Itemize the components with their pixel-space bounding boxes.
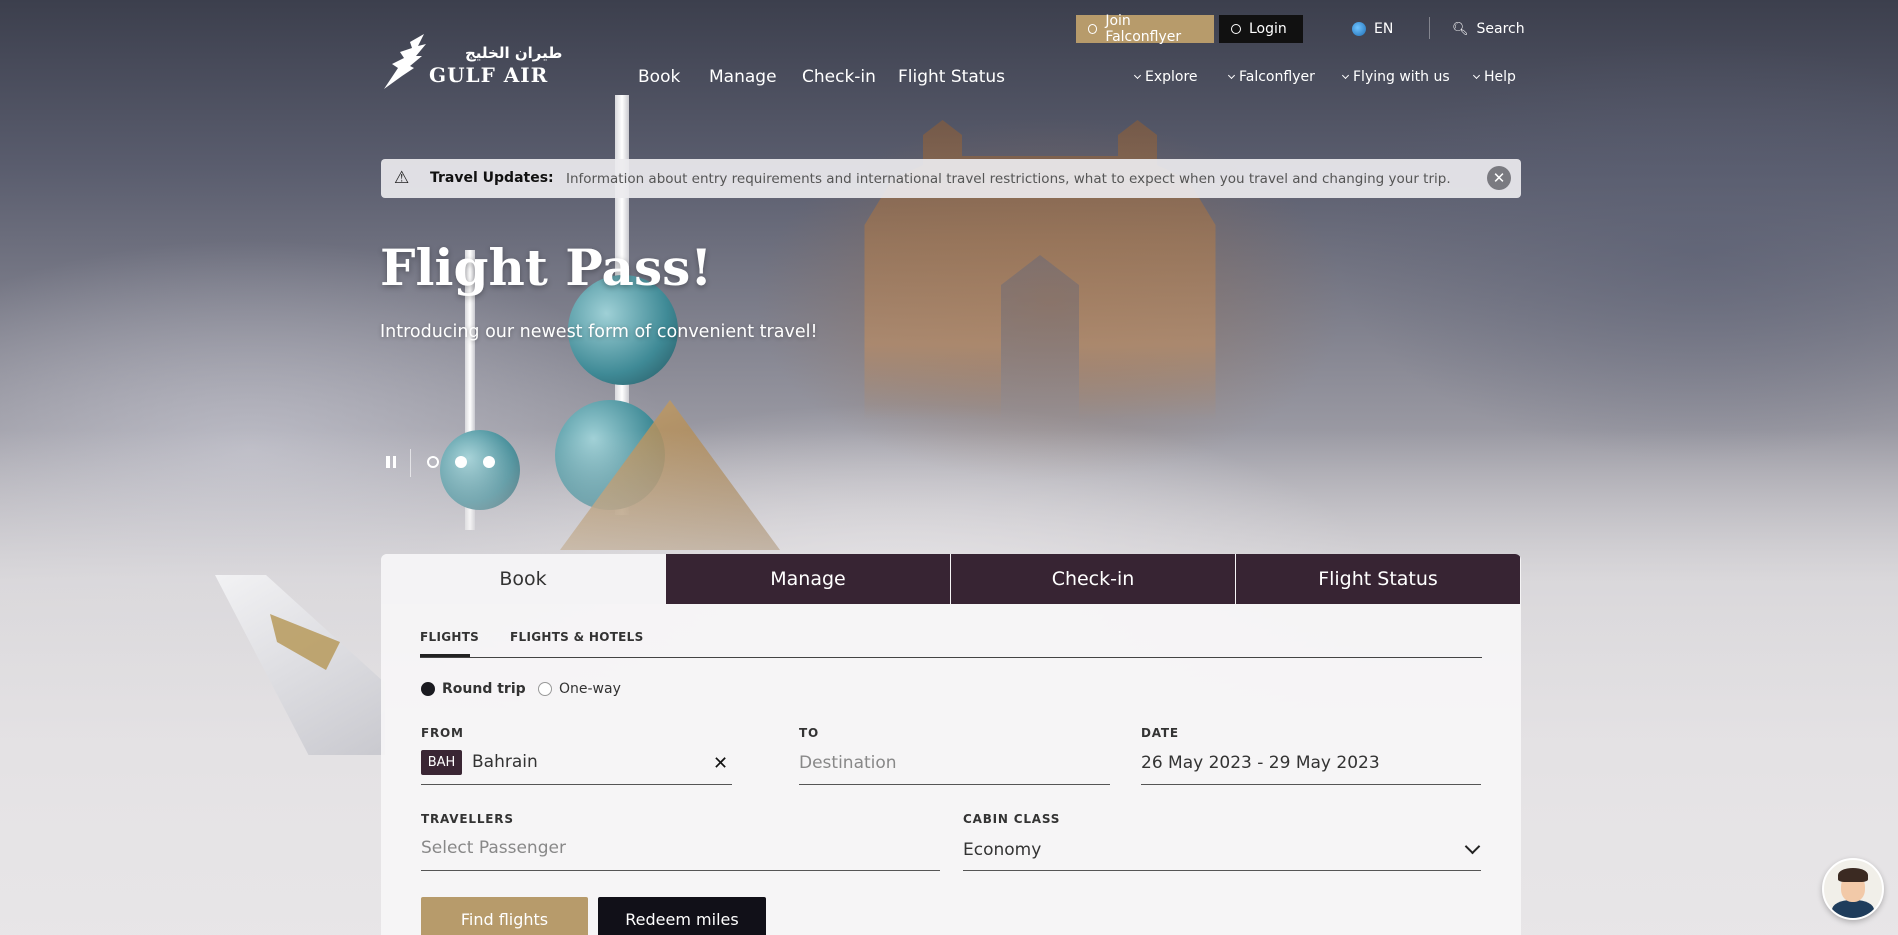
travel-updates-banner: ⚠︎ Travel Updates: Information about ent… — [381, 159, 1521, 198]
nav-help-label: Help — [1484, 69, 1516, 85]
subtab-flights[interactable]: FLIGHTS — [420, 630, 479, 644]
chevron-down-icon — [1227, 71, 1236, 80]
nav-manage[interactable]: Manage — [709, 67, 777, 87]
user-circle-icon — [1231, 24, 1241, 34]
cabin-class-select[interactable]: Economy — [963, 840, 1041, 860]
carousel-divider — [410, 449, 411, 477]
chevron-down-icon — [1341, 71, 1350, 80]
nav-falconflyer[interactable]: Falconflyer — [1227, 69, 1315, 85]
travellers-underline — [421, 870, 940, 871]
date-label: DATE — [1141, 726, 1179, 740]
language-label: EN — [1374, 21, 1394, 37]
booking-widget: Book Manage Check-in Flight Status FLIGH… — [381, 554, 1521, 935]
travellers-input[interactable]: Select Passenger — [421, 838, 566, 858]
join-falconflyer-button[interactable]: Join Falconflyer — [1076, 13, 1214, 45]
cabin-class-label: CABIN CLASS — [963, 812, 1061, 826]
login-label: Login — [1249, 21, 1287, 37]
to-label: TO — [799, 726, 819, 740]
nav-flight-status[interactable]: Flight Status — [898, 67, 1005, 87]
subtab-flights-hotels[interactable]: FLIGHTS & HOTELS — [510, 630, 644, 644]
one-way-label: One-way — [559, 681, 621, 697]
chat-assistant-avatar[interactable] — [1822, 858, 1884, 920]
nav-falconflyer-label: Falconflyer — [1239, 69, 1315, 85]
carousel-dot-1[interactable] — [427, 456, 439, 468]
subtab-divider — [420, 657, 1482, 658]
chevron-down-icon — [1472, 71, 1481, 80]
from-airport-code: BAH — [421, 750, 462, 775]
warning-icon: ⚠︎ — [394, 168, 410, 188]
pause-icon[interactable] — [386, 456, 396, 468]
user-circle-icon — [1088, 24, 1098, 34]
logo-name: GULF AIR — [429, 63, 549, 87]
hero-title: Flight Pass! — [380, 238, 713, 297]
subtab-active-indicator — [420, 654, 470, 657]
nav-help[interactable]: Help — [1472, 69, 1516, 85]
carousel-dot-3[interactable] — [483, 456, 495, 468]
join-label: Join Falconflyer — [1105, 13, 1182, 45]
round-trip-label: Round trip — [442, 681, 526, 697]
date-input[interactable]: 26 May 2023 - 29 May 2023 — [1141, 753, 1380, 773]
login-button[interactable]: Login — [1219, 15, 1303, 43]
clear-icon[interactable]: ✕ — [713, 753, 728, 774]
nav-explore-label: Explore — [1145, 69, 1198, 85]
close-icon[interactable]: ✕ — [1487, 166, 1511, 190]
radio-selected-icon — [421, 682, 435, 696]
cabin-underline — [963, 870, 1481, 871]
tab-manage[interactable]: Manage — [666, 554, 950, 604]
globe-icon — [1352, 22, 1366, 36]
logo-arabic-text: طيران الخليج — [465, 44, 563, 62]
avatar-body — [1832, 900, 1874, 918]
utility-divider — [1429, 17, 1430, 39]
travel-updates-label: Travel Updates: — [430, 170, 554, 186]
carousel-dot-2[interactable] — [455, 456, 467, 468]
falcon-logo-icon — [384, 34, 426, 89]
tab-book[interactable]: Book — [381, 554, 665, 604]
from-input[interactable]: Bahrain — [472, 752, 538, 772]
date-underline — [1141, 784, 1481, 785]
radio-unselected-icon — [538, 682, 552, 696]
from-underline — [421, 784, 732, 785]
nav-check-in[interactable]: Check-in — [802, 67, 876, 87]
avatar-hair — [1838, 868, 1868, 882]
nav-flying-with-us[interactable]: Flying with us — [1341, 69, 1450, 85]
find-flights-button[interactable]: Find flights — [421, 897, 588, 935]
from-label: FROM — [421, 726, 464, 740]
nav-book[interactable]: Book — [638, 67, 680, 87]
search-label: Search — [1476, 21, 1525, 37]
chevron-down-icon — [1133, 71, 1142, 80]
chevron-down-icon[interactable] — [1464, 838, 1481, 855]
nav-explore[interactable]: Explore — [1133, 69, 1198, 85]
tab-check-in[interactable]: Check-in — [951, 554, 1235, 604]
hero-subtitle: Introducing our newest form of convenien… — [380, 322, 818, 342]
redeem-miles-button[interactable]: Redeem miles — [598, 897, 766, 935]
travel-updates-link[interactable]: Information about entry requirements and… — [566, 171, 1451, 187]
tab-flight-status[interactable]: Flight Status — [1236, 554, 1520, 604]
to-underline — [799, 784, 1110, 785]
search-button[interactable]: 🔍︎ Search — [1452, 15, 1532, 43]
round-trip-radio[interactable]: Round trip — [421, 681, 526, 697]
nav-flying-label: Flying with us — [1353, 69, 1450, 85]
one-way-radio[interactable]: One-way — [538, 681, 621, 697]
travellers-label: TRAVELLERS — [421, 812, 514, 826]
search-icon: 🔍︎ — [1452, 21, 1469, 37]
to-input[interactable]: Destination — [799, 753, 897, 773]
language-selector[interactable]: EN — [1352, 15, 1412, 43]
